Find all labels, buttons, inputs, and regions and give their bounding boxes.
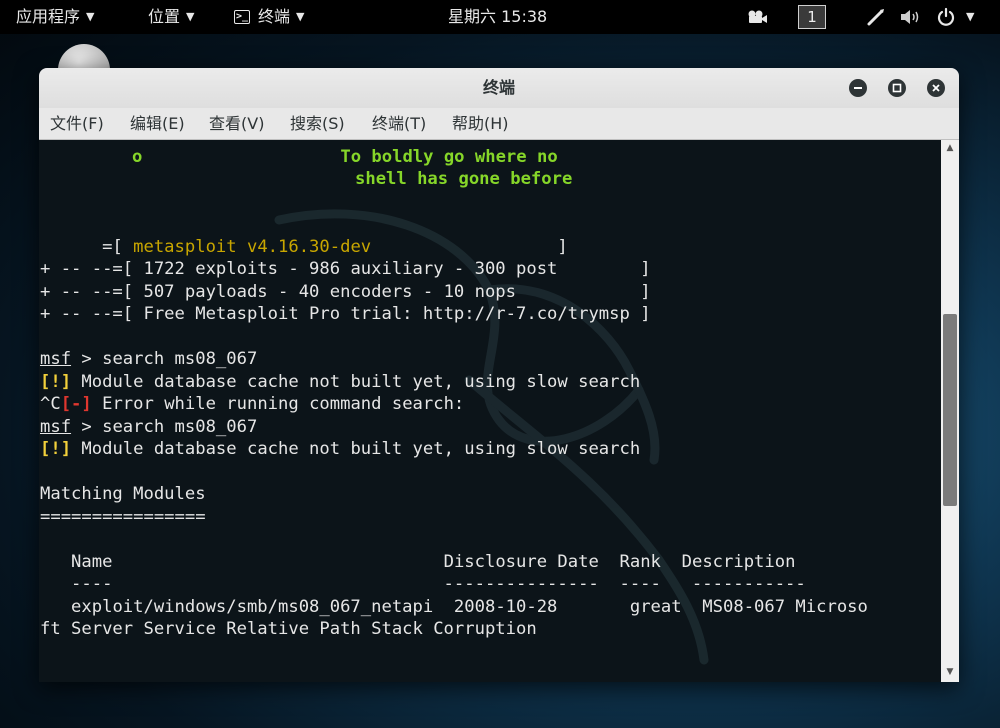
command-text: search ms08_067 (102, 417, 258, 437)
version-text: metasploit v4.16.30-dev (133, 237, 372, 257)
scroll-up-icon[interactable]: ▲ (944, 143, 956, 153)
menu-bar: 文件(F) 编辑(E) 查看(V) 搜索(S) 终端(T) 帮助(H) (39, 108, 959, 140)
menu-terminal[interactable]: 终端(T) (372, 108, 426, 140)
volume-icon[interactable] (900, 0, 922, 34)
msf-prompt: msf (40, 349, 72, 369)
banner-o: o (132, 147, 143, 167)
pen-icon[interactable] (866, 0, 886, 34)
module-name: exploit/windows/smb/ms08_067_netapi (71, 597, 434, 617)
stats-line-3: Free Metasploit Pro trial: http://r-7.co… (143, 304, 630, 324)
power-icon (937, 7, 955, 26)
warning-message: Module database cache not built yet, usi… (81, 372, 641, 392)
chevron-down-icon: ▼ (296, 10, 305, 23)
banner-line-2: shell has gone before (355, 169, 573, 189)
table-row: exploit/windows/smb/ms08_067_netapi 2008… (40, 596, 868, 619)
error-message: Error while running command search: (102, 394, 465, 414)
heading-underline: ================ (40, 507, 206, 527)
command-text: search ms08_067 (102, 349, 258, 369)
clock[interactable]: 星期六 15:38 (448, 0, 547, 34)
terminal-app-label: 终端 (258, 7, 291, 26)
terminal-app-menu[interactable]: >_ 终端 ▼ (234, 0, 304, 34)
close-icon (932, 84, 940, 92)
module-date: 2008-10-28 (453, 597, 558, 617)
window-title: 终端 (482, 78, 515, 97)
col-header-name: Name (71, 552, 113, 572)
col-header-date: Disclosure Date (443, 552, 599, 572)
chevron-down-icon: ▼ (966, 10, 975, 23)
applications-label: 应用程序 (16, 7, 81, 26)
menu-file[interactable]: 文件(F) (50, 108, 104, 140)
scroll-thumb[interactable] (943, 314, 957, 506)
banner-line-1: To boldly go where no (340, 147, 558, 167)
places-label: 位置 (148, 7, 181, 26)
col-header-rank: Rank (619, 552, 661, 572)
warning-tag: [!] (40, 372, 72, 392)
matching-modules-heading: Matching Modules (40, 484, 206, 504)
ctrl-c-text: ^C (40, 394, 61, 414)
menu-view[interactable]: 查看(V) (209, 108, 264, 140)
msf-prompt: msf (40, 417, 72, 437)
power-menu[interactable]: ▼ (936, 0, 974, 34)
close-button[interactable] (927, 79, 945, 97)
camera-icon[interactable] (746, 0, 768, 34)
menu-edit[interactable]: 编辑(E) (130, 108, 185, 140)
warning-message: Module database cache not built yet, usi… (81, 439, 641, 459)
window-titlebar[interactable]: 终端 (39, 68, 959, 108)
minimize-icon (854, 87, 862, 89)
col-header-description: Description (681, 552, 796, 572)
chevron-down-icon: ▼ (186, 10, 195, 23)
workspace-number: 1 (798, 5, 826, 29)
menu-search[interactable]: 搜索(S) (290, 108, 345, 140)
module-description: MS08-067 Microso (702, 597, 868, 617)
terminal-window: 终端 文件(F) 编辑(E) 查看(V) 搜索(S) 终端(T) 帮助(H) o… (39, 68, 959, 682)
module-rank: great (629, 597, 682, 617)
menu-help[interactable]: 帮助(H) (452, 108, 509, 140)
header-separator: ---- --------------- ---- ----------- (40, 574, 806, 594)
clock-text: 星期六 15:38 (448, 7, 548, 26)
minimize-button[interactable] (849, 79, 867, 97)
workspace-indicator[interactable]: 1 (798, 0, 826, 34)
terminal-icon: >_ (234, 10, 250, 24)
scrollbar[interactable]: ▲ ▼ (941, 140, 959, 682)
error-tag: [-] (60, 394, 92, 414)
scroll-down-icon[interactable]: ▼ (944, 667, 956, 677)
places-menu[interactable]: 位置 ▼ (148, 0, 194, 34)
stats-line-1: 1722 exploits - 986 auxiliary - 300 post (143, 259, 558, 279)
stats-line-2: 507 payloads - 40 encoders - 10 nops (143, 282, 517, 302)
module-description-wrap: ft Server Service Relative Path Stack Co… (40, 619, 537, 639)
maximize-button[interactable] (888, 79, 906, 97)
maximize-icon (892, 83, 902, 93)
applications-menu[interactable]: 应用程序 ▼ (16, 0, 94, 34)
top-panel: 应用程序 ▼ 位置 ▼ >_ 终端 ▼ 星期六 15:38 1 ▼ (0, 0, 1000, 34)
terminal-output[interactable]: o To boldly go where no shell has gone be… (39, 140, 941, 682)
chevron-down-icon: ▼ (86, 10, 95, 23)
warning-tag: [!] (40, 439, 72, 459)
